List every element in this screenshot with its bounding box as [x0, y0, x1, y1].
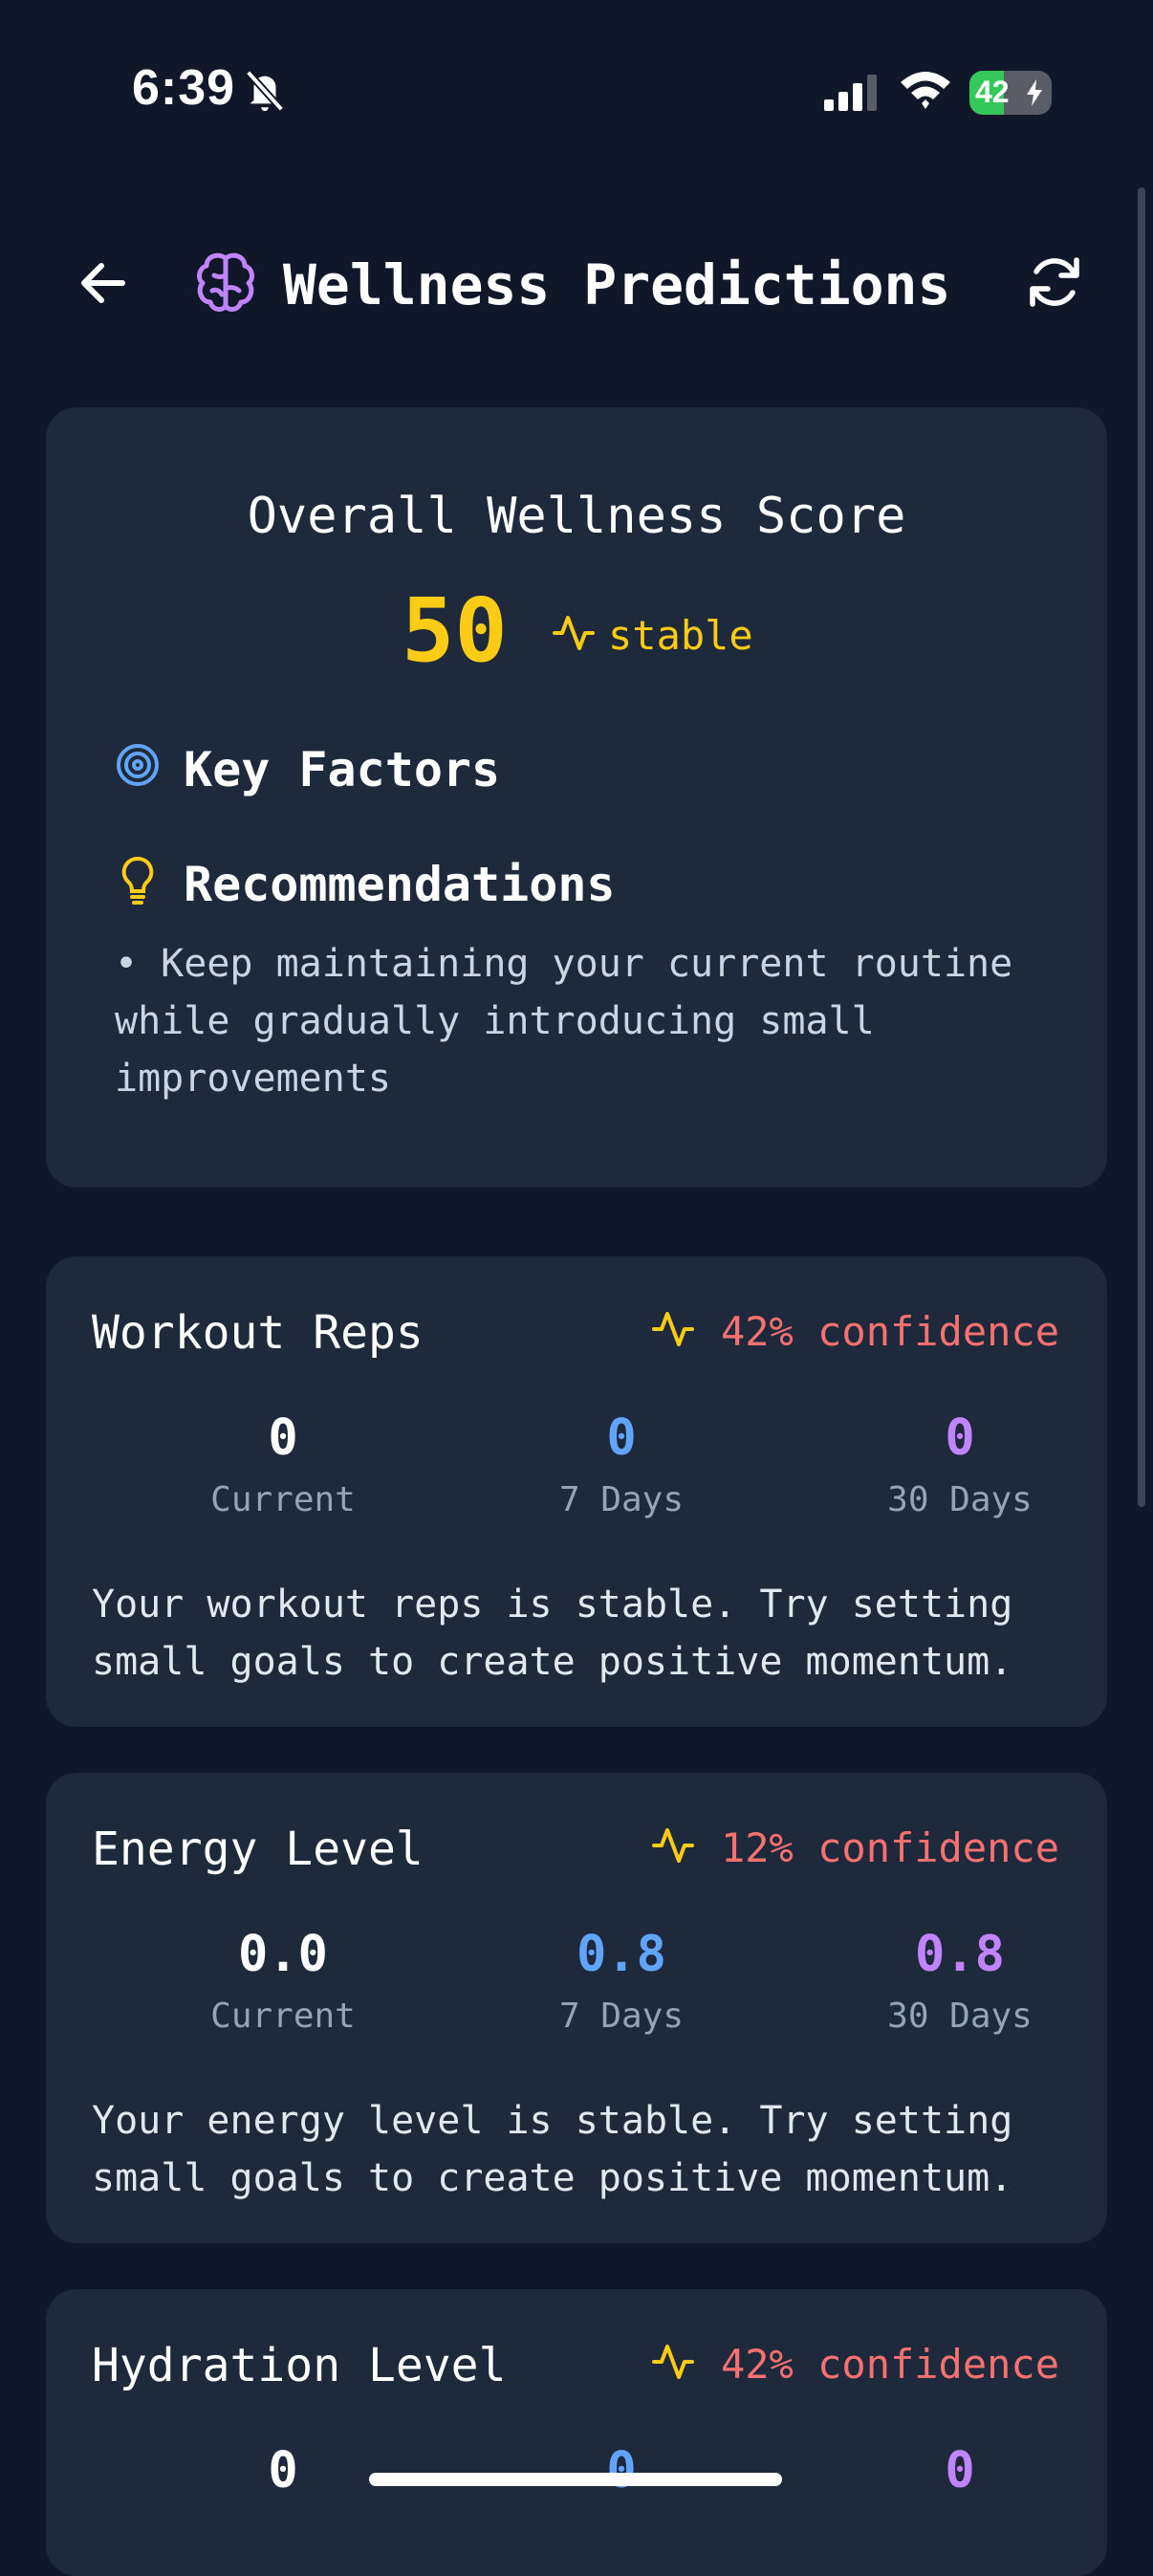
cellular-signal-icon: [824, 75, 878, 115]
overall-wellness-card: Overall Wellness Score 50 stable Key Fac…: [46, 407, 1107, 1188]
metric-card-hydration-level: Hydration Level 42% confidence 0 0 0: [46, 2289, 1107, 2576]
bell-muted-icon: [243, 67, 287, 119]
seven-day-column: 0.8 7 Days: [478, 1926, 765, 2036]
metric-title: Hydration Level: [92, 2339, 507, 2392]
thirty-day-column: 0: [816, 2442, 1103, 2503]
seven-day-label: 7 Days: [558, 1997, 685, 2036]
brain-icon: [191, 249, 260, 321]
seven-day-value: 0.8: [576, 1926, 666, 1983]
confidence-label: 42% confidence: [720, 1308, 1059, 1355]
activity-icon: [650, 2339, 696, 2389]
target-icon: [115, 738, 161, 796]
metric-title: Workout Reps: [92, 1306, 424, 1360]
battery-percent: 42: [975, 75, 1010, 109]
back-arrow-icon[interactable]: [75, 254, 132, 312]
activity-icon: [551, 610, 597, 660]
app-header: Wellness Predictions: [0, 229, 1153, 335]
thirty-day-label: 30 Days: [887, 1997, 1033, 2036]
activity-icon: [650, 1823, 696, 1872]
lightbulb-icon: [115, 853, 161, 914]
seven-day-value: 0: [606, 1409, 637, 1467]
thirty-day-label: 30 Days: [887, 1480, 1033, 1519]
thirty-day-value: 0.8: [915, 1926, 1005, 1983]
charging-bolt-icon: [1027, 79, 1042, 106]
confidence-label: 42% confidence: [720, 2341, 1059, 2388]
current-label: Current: [210, 1997, 356, 2036]
status-bar: 6:39 42: [0, 0, 1153, 182]
trend-label: stable: [608, 612, 753, 659]
battery-indicator: 42: [969, 71, 1052, 115]
status-time: 6:39: [132, 60, 236, 116]
recommendation-item: • Keep maintaining your current routine …: [115, 942, 1013, 1101]
thirty-day-column: 0.8 30 Days: [816, 1926, 1103, 2036]
key-factors-label: Key Factors: [184, 742, 501, 797]
confidence-label: 12% confidence: [720, 1824, 1059, 1871]
activity-icon: [650, 1306, 696, 1356]
overall-score-title: Overall Wellness Score: [247, 488, 906, 545]
thirty-day-column: 0 30 Days: [816, 1409, 1103, 1519]
seven-day-label: 7 Days: [558, 1480, 685, 1519]
recommendations-label: Recommendations: [184, 857, 616, 912]
current-label: Current: [210, 1480, 356, 1519]
current-value-column: 0.0 Current: [140, 1926, 426, 2036]
scrollbar[interactable]: [1138, 187, 1145, 1507]
wellness-score: 50: [402, 579, 508, 682]
thirty-day-value: 0: [945, 2442, 975, 2500]
refresh-icon[interactable]: [1025, 252, 1084, 316]
wifi-icon: [899, 69, 952, 115]
home-indicator[interactable]: [369, 2473, 782, 2486]
metric-title: Energy Level: [92, 1823, 424, 1876]
seven-day-column: 0 7 Days: [478, 1409, 765, 1519]
metric-card-workout-reps: Workout Reps 42% confidence 0 Current 0 …: [46, 1256, 1107, 1727]
current-value: 0.0: [238, 1926, 328, 1983]
current-value: 0: [268, 1409, 298, 1467]
current-value-column: 0 Current: [140, 1409, 426, 1519]
metric-insight: Your energy level is stable. Try setting…: [92, 2099, 1013, 2200]
page-title: Wellness Predictions: [283, 252, 951, 317]
score-row: 50 stable: [46, 579, 1107, 682]
thirty-day-value: 0: [945, 1409, 975, 1467]
metric-insight: Your workout reps is stable. Try setting…: [92, 1583, 1013, 1684]
metric-card-energy-level: Energy Level 12% confidence 0.0 Current …: [46, 1773, 1107, 2243]
